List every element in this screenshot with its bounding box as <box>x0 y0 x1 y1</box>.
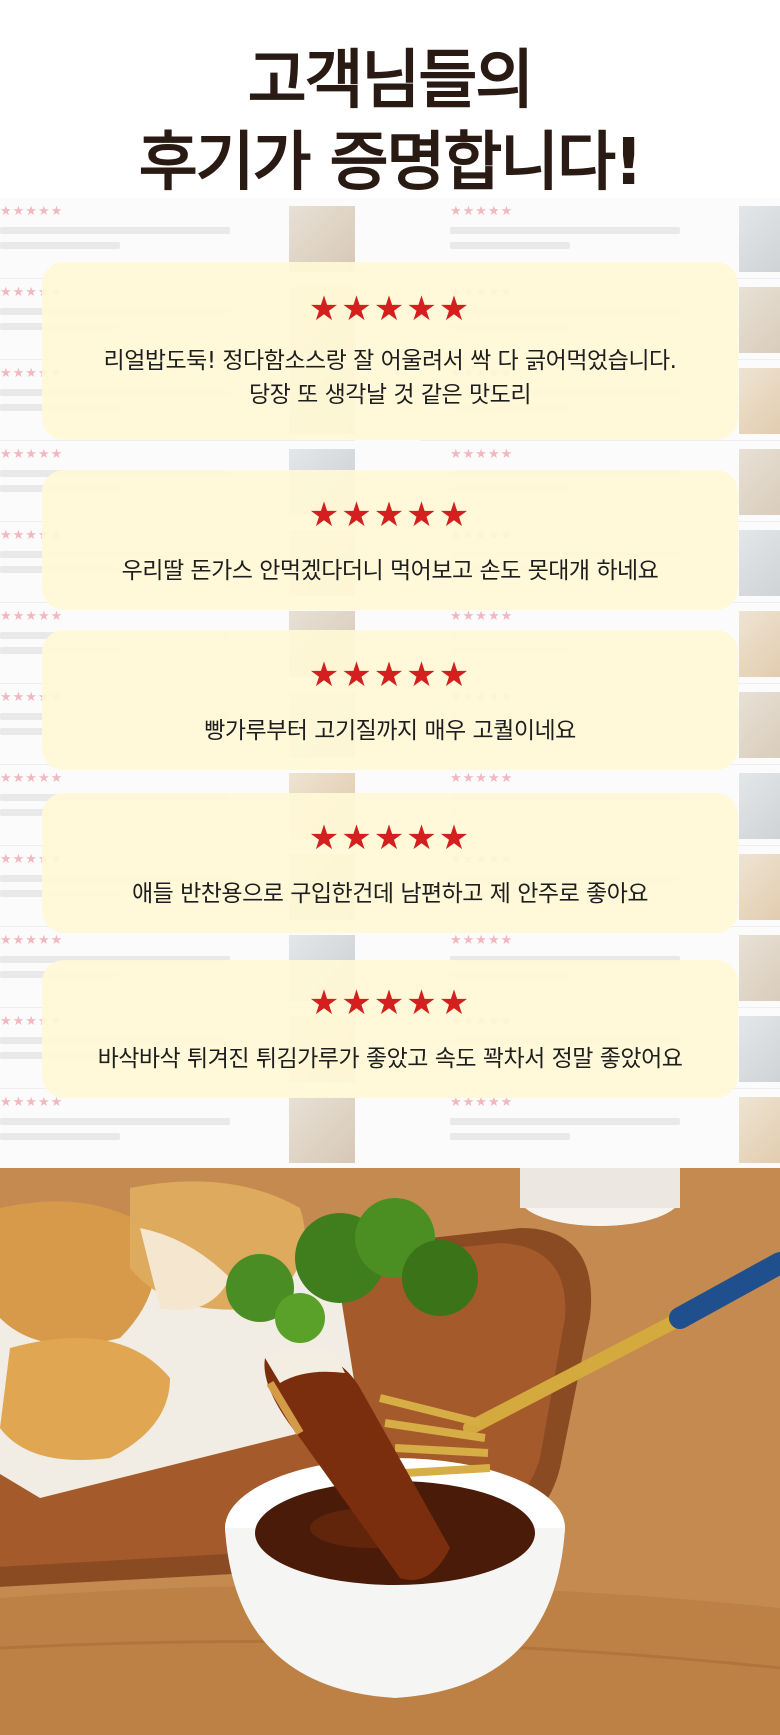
bg-review-thumbnail <box>739 1016 780 1082</box>
bg-review-row: ★★★★★ <box>0 1089 355 1168</box>
bg-rating-stars: ★★★★★ <box>450 609 514 624</box>
parsley-garnish <box>275 1293 325 1343</box>
headline-line-2: 후기가 증명합니다! <box>138 126 644 200</box>
bg-review-thumbnail <box>739 1097 780 1163</box>
bg-review-thumbnail <box>739 287 780 353</box>
review-card: ★★★★★ 빵가루부터 고기질까지 매우 고퀄이네요 <box>42 630 738 770</box>
bg-text-line <box>0 242 120 249</box>
bg-rating-stars: ★★★★★ <box>450 771 514 786</box>
bg-text-line <box>450 227 680 234</box>
review-card: ★★★★★ 우리딸 돈가스 안먹겠다더니 먹어보고 손도 못대개 하네요 <box>42 470 738 610</box>
review-text-line: 리얼밥도둑! 정다함소스랑 잘 어울려서 싹 다 긁어먹었습니다. <box>103 348 677 374</box>
bg-review-thumbnail <box>739 611 780 677</box>
rating-stars: ★★★★★ <box>308 495 472 535</box>
bg-text-line <box>450 242 570 249</box>
review-text: 애들 반찬용으로 구입한건데 남편하고 제 안주로 좋아요 <box>131 881 649 907</box>
bg-review-thumbnail <box>289 1097 355 1163</box>
bg-text-line <box>450 1118 680 1125</box>
fork-tine <box>404 1464 491 1477</box>
bg-text-line <box>0 1118 230 1125</box>
bg-review-thumbnail <box>739 773 780 839</box>
review-card: ★★★★★ 바삭바삭 튀겨진 튀김가루가 좋았고 속도 꽉차서 정말 좋았어요 <box>42 960 738 1098</box>
food-photo-illustration <box>0 1168 780 1735</box>
rating-stars: ★★★★★ <box>308 818 472 858</box>
bg-rating-stars: ★★★★★ <box>450 447 514 462</box>
review-text: 바삭바삭 튀겨진 튀김가루가 좋았고 속도 꽉차서 정말 좋았어요 <box>97 1046 683 1072</box>
review-card: ★★★★★ 애들 반찬용으로 구입한건데 남편하고 제 안주로 좋아요 <box>42 793 738 933</box>
bg-review-thumbnail <box>739 692 780 758</box>
bg-review-thumbnail <box>739 368 780 434</box>
bg-review-thumbnail <box>739 854 780 920</box>
bg-rating-stars: ★★★★★ <box>450 204 514 219</box>
bg-review-row: ★★★★★ <box>420 1089 780 1168</box>
headline-line-1: 고객님들의 <box>247 44 534 118</box>
review-card: ★★★★★ 리얼밥도둑! 정다함소스랑 잘 어울려서 싹 다 긁어먹었습니다. … <box>42 262 738 440</box>
fork-tine <box>394 1444 489 1457</box>
bg-review-thumbnail <box>739 206 780 272</box>
background-cup-body <box>520 1168 680 1208</box>
bg-review-thumbnail <box>739 530 780 596</box>
rating-stars: ★★★★★ <box>308 655 472 695</box>
bg-text-line <box>450 1133 570 1140</box>
bg-text-line <box>0 1133 120 1140</box>
food-photo <box>0 1168 780 1735</box>
rating-stars: ★★★★★ <box>308 289 472 329</box>
review-text: 빵가루부터 고기질까지 매우 고퀄이네요 <box>204 718 576 744</box>
bg-review-thumbnail <box>739 449 780 515</box>
rating-stars: ★★★★★ <box>308 983 472 1023</box>
review-text: 리얼밥도둑! 정다함소스랑 잘 어울려서 싹 다 긁어먹었습니다. 당장 또 생… <box>42 344 738 412</box>
review-text-line: 당장 또 생각날 것 같은 맛도리 <box>249 382 531 408</box>
bg-text-line <box>0 227 230 234</box>
parsley-garnish <box>402 1240 478 1316</box>
bg-rating-stars: ★★★★★ <box>450 933 514 948</box>
review-text: 우리딸 돈가스 안먹겠다더니 먹어보고 손도 못대개 하네요 <box>121 558 659 584</box>
bg-review-thumbnail <box>739 935 780 1001</box>
page-headline: 고객님들의 후기가 증명합니다! <box>0 40 780 204</box>
